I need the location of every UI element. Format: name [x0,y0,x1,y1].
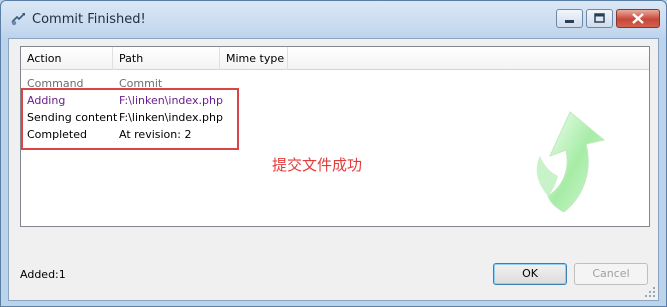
cancel-button[interactable]: Cancel [574,263,648,285]
resize-grip-icon[interactable] [644,286,656,298]
annotation-highlight-box [21,88,239,150]
commit-finished-dialog: Commit Finished! Action Path Mime type C… [0,0,667,307]
column-header-action[interactable]: Action [21,47,113,70]
column-header-mime-type[interactable]: Mime type [220,47,288,70]
title-bar[interactable]: Commit Finished! [1,1,666,38]
close-button[interactable] [616,9,660,28]
maximize-icon [594,13,605,23]
dialog-body: Action Path Mime type Command Commit Add… [8,38,659,301]
window-title: Commit Finished! [32,12,146,27]
column-header-path[interactable]: Path [113,47,220,70]
window-controls [553,9,660,28]
success-arrow-icon [536,111,606,213]
close-icon [632,13,644,24]
tortoise-commit-icon [11,13,25,26]
annotation-text: 提交文件成功 [272,156,363,174]
maximize-button[interactable] [586,9,613,28]
ok-button[interactable]: OK [493,263,567,285]
minimize-button[interactable] [556,9,583,28]
commit-log-list[interactable]: Action Path Mime type Command Commit Add… [20,46,650,227]
status-text: Added:1 [20,268,66,281]
minimize-icon [565,20,574,23]
list-header: Action Path Mime type [21,47,649,70]
